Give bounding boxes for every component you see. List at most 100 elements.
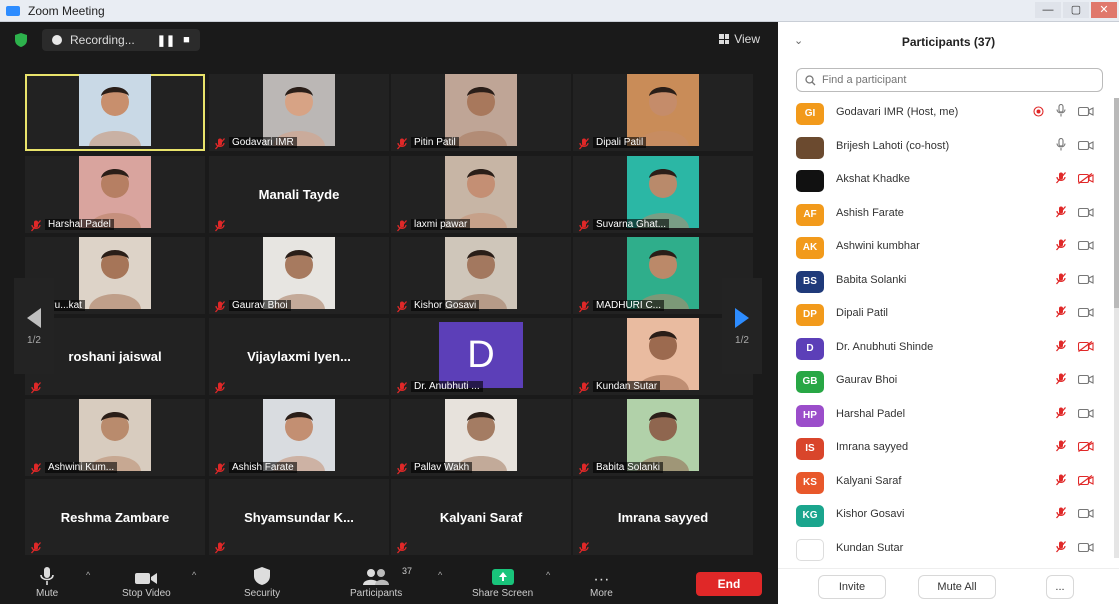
muted-microphone-icon [397, 462, 407, 475]
participant-tile[interactable]: Pitin Patil [391, 74, 571, 151]
participants-button[interactable]: Participants [350, 564, 402, 599]
participant-video [445, 156, 517, 228]
participant-list-item[interactable]: BS Babita Solanki [778, 266, 1119, 298]
participant-list-name: Godavari IMR (Host, me) [836, 106, 959, 118]
participant-tile[interactable]: Vijaylaxmi Iyen... [209, 318, 389, 395]
stop-recording-button[interactable]: ■ [183, 34, 190, 46]
participant-tile[interactable]: Kishor Gosavi [391, 237, 571, 314]
participant-name-label: Kundan Sutar [579, 381, 661, 394]
participant-video [445, 237, 517, 309]
share-screen-button[interactable]: Share Screen [472, 564, 533, 599]
participant-list-item[interactable]: KS Kalyani Saraf [778, 467, 1119, 499]
participant-video [263, 237, 335, 309]
muted-microphone-icon[interactable] [1056, 473, 1066, 491]
participant-list-item[interactable]: HP Harshal Padel [778, 400, 1119, 432]
participants-panel-header: ⌄ Participants (37) [778, 22, 1119, 62]
panel-more-button[interactable]: ... [1046, 575, 1074, 599]
participant-list-scrollbar[interactable] [1114, 98, 1119, 558]
muted-microphone-icon[interactable] [1056, 372, 1066, 390]
mute-all-button[interactable]: Mute All [918, 575, 996, 599]
muted-microphone-icon[interactable] [1056, 272, 1066, 290]
participant-tile[interactable]: Pallav Wakh [391, 399, 571, 476]
muted-microphone-icon[interactable] [1056, 305, 1066, 323]
video-off-icon [1077, 171, 1094, 189]
participant-list-name: Kalyani Saraf [836, 474, 902, 487]
close-button[interactable]: ✕ [1091, 2, 1117, 18]
video-options-caret-icon[interactable]: ^ [192, 570, 196, 580]
muted-microphone-icon[interactable] [1056, 506, 1066, 524]
minimize-button[interactable]: — [1035, 2, 1061, 18]
participant-tile[interactable]: Godavari IMR [209, 74, 389, 151]
security-button[interactable]: Security [244, 564, 280, 599]
participant-name-label: Dr. Anubhuti ... [397, 381, 483, 394]
participant-search[interactable] [796, 68, 1103, 92]
maximize-button[interactable]: ▢ [1063, 2, 1089, 18]
participant-list-item[interactable]: AK Ashwini kumbhar [778, 232, 1119, 264]
video-camera-icon [1077, 305, 1094, 323]
more-button[interactable]: ··· More [590, 564, 613, 600]
muted-microphone-icon [579, 381, 589, 394]
participant-tile[interactable]: Ashwini Kum... [25, 399, 205, 476]
muted-microphone-icon[interactable] [1056, 205, 1066, 223]
participant-list-item[interactable]: AF Ashish Farate [778, 199, 1119, 231]
participants-panel-footer: Invite Mute All ... [778, 568, 1119, 604]
participant-list-name: Gaurav Bhoi [836, 374, 898, 386]
participant-tile[interactable]: D Dr. Anubhuti ... [391, 318, 571, 395]
recording-label: Recording... [70, 33, 135, 47]
share-options-caret-icon[interactable]: ^ [546, 570, 550, 580]
encryption-shield-icon[interactable] [10, 29, 32, 51]
participant-search-input[interactable] [822, 74, 1092, 86]
microphone-icon[interactable] [1056, 103, 1066, 122]
participant-name: Kalyani Saraf [439, 510, 523, 525]
participant-list-item[interactable]: Brijesh Lahoti (co-host) [778, 132, 1119, 164]
mute-button[interactable]: Mute [36, 564, 58, 599]
participant-video [445, 74, 517, 146]
stop-video-button[interactable]: Stop Video [122, 564, 171, 599]
video-off-icon [1077, 339, 1094, 357]
muted-microphone-icon[interactable] [1056, 406, 1066, 424]
security-shield-icon [253, 564, 271, 586]
previous-page-button[interactable]: 1/2 [14, 278, 54, 374]
participant-tile[interactable]: Harshal Padel [25, 156, 205, 233]
participant-tile[interactable] [25, 74, 205, 151]
participant-list-item[interactable]: KG Kishor Gosavi [778, 500, 1119, 532]
audio-options-caret-icon[interactable]: ^ [86, 570, 90, 580]
participant-list-item[interactable]: GI Godavari IMR (Host, me) [778, 98, 1119, 130]
participant-list-item[interactable]: GB Gaurav Bhoi [778, 366, 1119, 398]
participant-tile[interactable]: Reshma Zambare [25, 479, 205, 555]
participant-name: Ashwini Kum... [45, 462, 118, 473]
participant-initial-avatar: D [439, 322, 523, 388]
participant-status-icons [1056, 305, 1094, 323]
participant-tile[interactable]: laxmi pawar [391, 156, 571, 233]
view-button[interactable]: View [719, 32, 760, 46]
next-page-button[interactable]: 1/2 [722, 278, 762, 374]
participant-list-item[interactable]: DP Dipali Patil [778, 299, 1119, 331]
participant-tile[interactable]: Babita Solanki [573, 399, 753, 476]
participant-tile[interactable]: Shyamsundar K... [209, 479, 389, 555]
participant-list-item[interactable]: Akshat Khadke [778, 165, 1119, 197]
pause-recording-button[interactable]: ❚❚ [157, 34, 175, 47]
muted-microphone-icon[interactable] [1056, 238, 1066, 256]
participant-tile[interactable]: Manali Tayde [209, 156, 389, 233]
microphone-icon[interactable] [1056, 137, 1066, 156]
participants-options-caret-icon[interactable]: ^ [438, 570, 442, 580]
participant-tile[interactable]: Imrana sayyed [573, 479, 753, 555]
collapse-panel-icon[interactable]: ⌄ [794, 34, 803, 47]
muted-microphone-icon[interactable] [1056, 339, 1066, 357]
participant-tile[interactable]: Kalyani Saraf [391, 479, 571, 555]
participant-list-item[interactable]: Kundan Sutar [778, 534, 1119, 566]
participant-list-item[interactable]: D Dr. Anubhuti Shinde [778, 333, 1119, 365]
recording-dot-icon [52, 35, 62, 45]
participant-tile[interactable]: Suvarna Ghat... [573, 156, 753, 233]
participant-name: Pallav Wakh [411, 462, 473, 473]
muted-microphone-icon[interactable] [1056, 439, 1066, 457]
participant-tile[interactable]: Dipali Patil [573, 74, 753, 151]
participant-list-name: Kishor Gosavi [836, 508, 905, 520]
end-meeting-button[interactable]: End [696, 572, 762, 596]
participant-tile[interactable]: Ashish Farate [209, 399, 389, 476]
muted-microphone-icon[interactable] [1056, 540, 1066, 558]
invite-button[interactable]: Invite [818, 575, 886, 599]
participant-list-item[interactable]: IS Imrana sayyed [778, 433, 1119, 465]
participant-tile[interactable]: Gaurav Bhoi [209, 237, 389, 314]
muted-microphone-icon[interactable] [1056, 171, 1066, 189]
